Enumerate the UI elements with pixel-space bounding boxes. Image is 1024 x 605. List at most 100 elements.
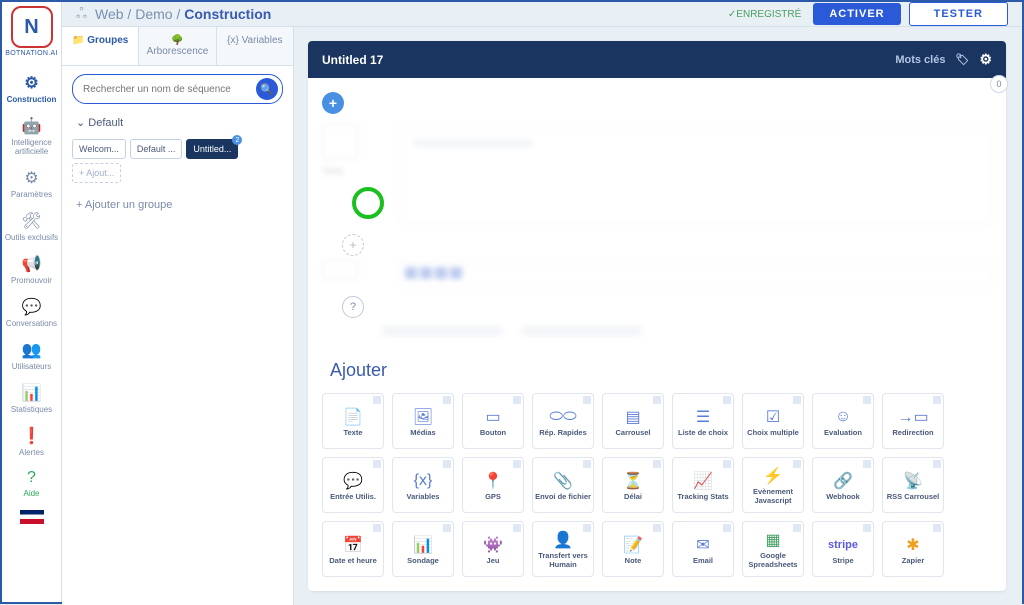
rail-parametres[interactable]: ⚙Paramètres <box>2 162 61 205</box>
tile-texte[interactable]: 📄Texte <box>322 393 384 449</box>
rail-promouvoir[interactable]: 📢Promouvoir <box>2 248 61 291</box>
topbar: ஃ Web / Demo / Construction ✓ENREGISTRÉ … <box>62 2 1022 27</box>
tile-envoi-de-fichier[interactable]: 📎Envoi de fichier <box>532 457 594 513</box>
sequence-card: Untitled 17 Mots clés 🏷 ⚙ + <box>308 41 1006 591</box>
tile-label: Envoi de fichier <box>535 492 591 501</box>
tile-icon: {x} <box>414 470 433 492</box>
tile-icon: 👤 <box>553 529 573 551</box>
logo[interactable]: N <box>11 6 53 48</box>
add-group-button[interactable]: + Ajouter un groupe <box>62 189 293 221</box>
tile-label: Google Spreadsheets <box>745 551 801 569</box>
tile-icon: 📊 <box>413 534 433 556</box>
tile-liste-de-choix[interactable]: ☰Liste de choix <box>672 393 734 449</box>
tile-date-et-heure[interactable]: 📅Date et heure <box>322 521 384 577</box>
language-flag[interactable] <box>20 510 44 524</box>
tile-icon: 📍 <box>483 470 503 492</box>
tile-sondage[interactable]: 📊Sondage <box>392 521 454 577</box>
search-box[interactable]: 🔍 <box>72 74 283 104</box>
add-block-inline-button[interactable]: + <box>342 234 364 256</box>
tile-label: Entrée Utilis. <box>330 492 376 501</box>
tile-d-lai[interactable]: ⏳Délai <box>602 457 664 513</box>
add-section-title: Ajouter <box>330 360 992 381</box>
tab-groupes[interactable]: 📁 Groupes <box>62 27 139 65</box>
keywords-label[interactable]: Mots clés <box>895 54 945 66</box>
tile-icon: ✉ <box>696 534 709 556</box>
test-button[interactable]: TESTER <box>909 2 1008 26</box>
tile-stripe[interactable]: stripeStripe <box>812 521 874 577</box>
tile-icon: 👾 <box>483 534 503 556</box>
chip-add[interactable]: + Ajout... <box>72 163 121 183</box>
tile-ev-nement-javascript[interactable]: ⚡Evènement Javascript <box>742 457 804 513</box>
rail-outils[interactable]: 🛠Outils exclusifs <box>2 205 61 248</box>
tile-redirection[interactable]: →▭Redirection <box>882 393 944 449</box>
rail-alertes[interactable]: ❗Alertes <box>2 420 61 463</box>
tile-label: Rép. Rapides <box>539 428 587 437</box>
activate-button[interactable]: ACTIVER <box>813 3 900 25</box>
tile-label: Jeu <box>487 556 500 565</box>
tile-carrousel[interactable]: ▤Carrousel <box>602 393 664 449</box>
tile-transfert-vers-humain[interactable]: 👤Transfert vers Humain <box>532 521 594 577</box>
tile-entr-e-utilis-[interactable]: 💬Entrée Utilis. <box>322 457 384 513</box>
chip-default[interactable]: Default ... <box>130 139 183 159</box>
brand-name: BOTNATION.AI <box>5 50 57 57</box>
ai-icon: 🤖 <box>4 116 59 136</box>
users-icon: 👥 <box>4 340 59 360</box>
tile-choix-multiple[interactable]: ☑Choix multiple <box>742 393 804 449</box>
rail-utilisateurs[interactable]: 👥Utilisateurs <box>2 334 61 377</box>
tile-label: Zapier <box>902 556 925 565</box>
tab-variables[interactable]: {x} Variables <box>217 27 293 65</box>
rail-statistiques[interactable]: 📊Statistiques <box>2 377 61 420</box>
tile-icon: 📄 <box>343 406 363 428</box>
tile-icon: →▭ <box>897 406 928 428</box>
search-input[interactable] <box>83 84 256 95</box>
tag-icon[interactable]: 🏷 <box>955 53 969 66</box>
notification-count[interactable]: 0 <box>990 75 1008 93</box>
tile-label: Liste de choix <box>678 428 728 437</box>
breadcrumb-icon: ஃ <box>76 5 87 24</box>
tile-icon: ▭ <box>485 406 500 428</box>
notification-badge: 2 <box>232 135 242 145</box>
tile-tracking-stats[interactable]: 📈Tracking Stats <box>672 457 734 513</box>
stats-icon: 📊 <box>4 383 59 403</box>
tile-label: Sondage <box>407 556 439 565</box>
content: 0 📁 Groupes 🌳 Arborescence {x} Variables… <box>62 27 1022 605</box>
tile-zapier[interactable]: ✱Zapier <box>882 521 944 577</box>
tab-arborescence[interactable]: 🌳 Arborescence <box>139 27 216 65</box>
tile-evaluation[interactable]: ☺Evaluation <box>812 393 874 449</box>
tile-email[interactable]: ✉Email <box>672 521 734 577</box>
rail-ia[interactable]: 🤖Intelligence artificielle <box>2 110 61 162</box>
tile-label: Evènement Javascript <box>745 487 801 505</box>
tile-icon: 📡 <box>903 470 923 492</box>
tile-google-spreadsheets[interactable]: ▦Google Spreadsheets <box>742 521 804 577</box>
tile-webhook[interactable]: 🔗Webhook <box>812 457 874 513</box>
tile-note[interactable]: 📝Note <box>602 521 664 577</box>
card-body: + Texte + <box>308 78 1006 591</box>
tile-icon: ▤ <box>625 406 640 428</box>
tile-icon: 🖼 <box>413 406 433 428</box>
tile-gps[interactable]: 📍GPS <box>462 457 524 513</box>
chip-welcome[interactable]: Welcom... <box>72 139 126 159</box>
gear-icon: ⚙ <box>4 168 59 188</box>
tile-icon: 📎 <box>553 470 573 492</box>
tile-icon: ✱ <box>906 534 919 556</box>
search-icon[interactable]: 🔍 <box>256 78 278 100</box>
tile-jeu[interactable]: 👾Jeu <box>462 521 524 577</box>
rail-aide[interactable]: ?Aide <box>2 463 61 504</box>
help-hint-button[interactable]: ? <box>342 296 364 318</box>
add-block-top-button[interactable]: + <box>322 92 344 114</box>
tile-bouton[interactable]: ▭Bouton <box>462 393 524 449</box>
tile-m-dias[interactable]: 🖼Médias <box>392 393 454 449</box>
tile-icon: 💬 <box>343 470 363 492</box>
settings-icon[interactable]: ⚙ <box>979 51 992 68</box>
saved-status: ✓ENREGISTRÉ <box>728 9 801 20</box>
tile-label: Bouton <box>480 428 506 437</box>
tile-icon: ☑ <box>766 406 780 428</box>
tile-variables[interactable]: {x}Variables <box>392 457 454 513</box>
tile-r-p-rapides[interactable]: ⬭⬭Rép. Rapides <box>532 393 594 449</box>
rail-construction[interactable]: ⚙Construction <box>2 67 61 110</box>
tile-rss-carrousel[interactable]: 📡RSS Carrousel <box>882 457 944 513</box>
tile-label: Délai <box>624 492 642 501</box>
chip-untitled[interactable]: Untitled...2 <box>186 139 238 159</box>
rail-conversations[interactable]: 💬Conversations <box>2 291 61 334</box>
group-default-header[interactable]: ⌄ Default <box>62 112 293 133</box>
